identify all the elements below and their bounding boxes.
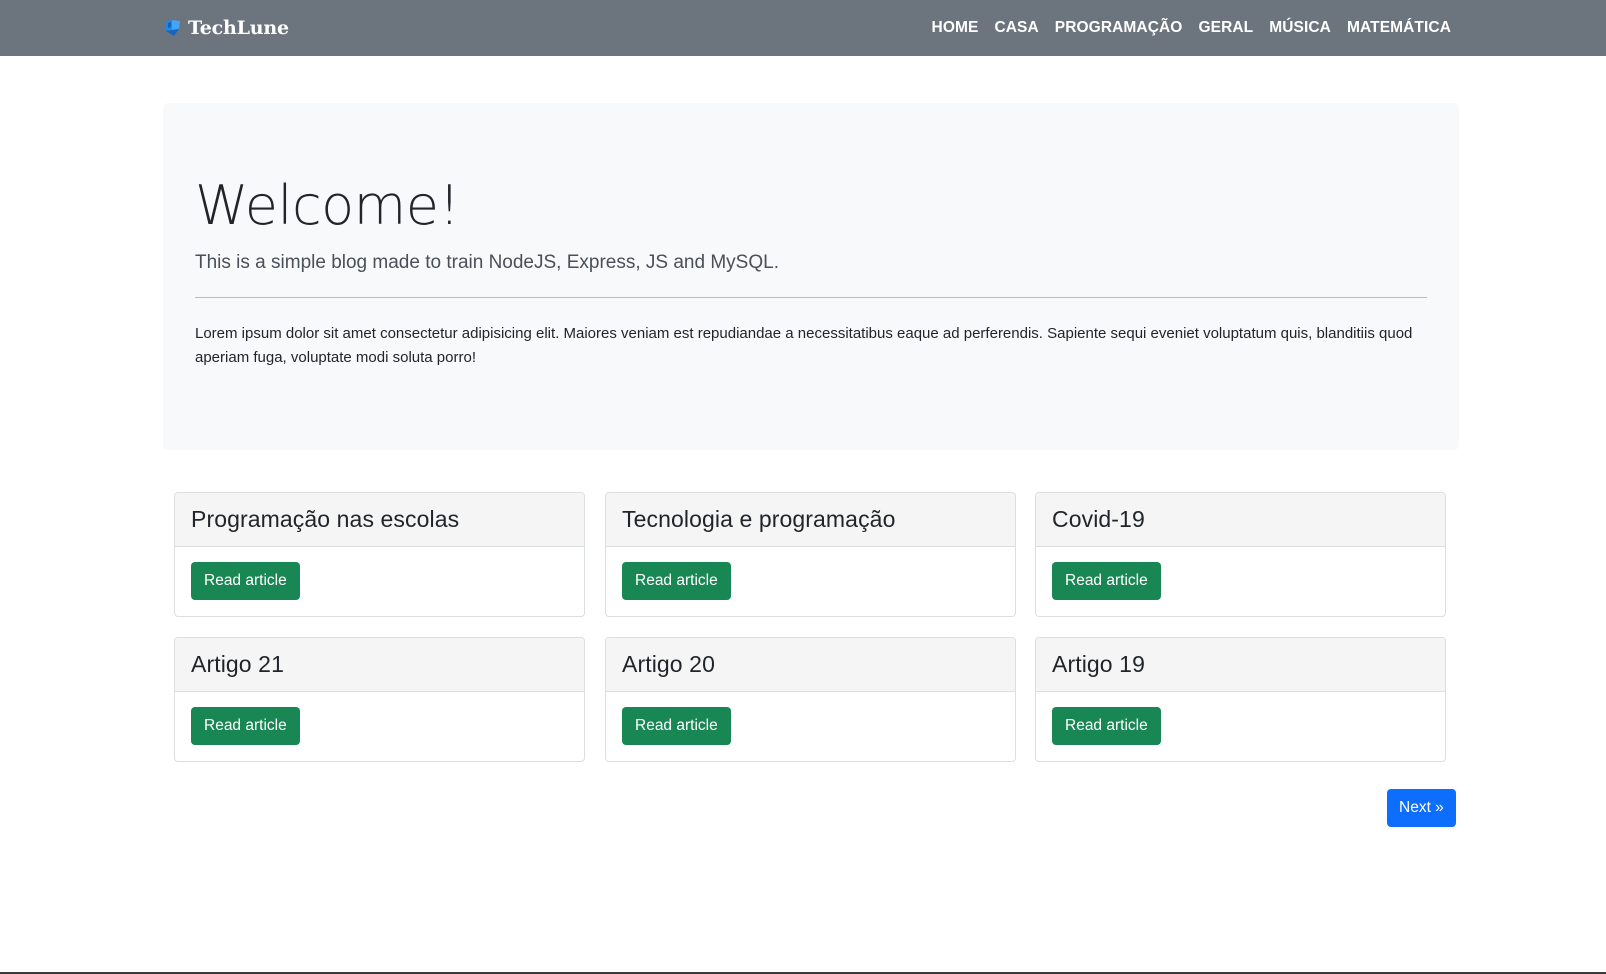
read-article-button[interactable]: Read article [1052,562,1161,600]
nav-link-geral[interactable]: GERAL [1198,19,1253,37]
article-title: Artigo 20 [622,651,715,677]
read-article-button[interactable]: Read article [622,562,731,600]
card-body: Read article [606,692,1015,760]
card-header: Artigo 21 [175,638,584,692]
article-card: Programação nas escolas Read article [174,492,585,617]
divider [195,297,1427,298]
article-card: Artigo 21 Read article [174,637,585,762]
nav-link-programacao[interactable]: PROGRAMAÇÃO [1055,19,1183,37]
read-article-button[interactable]: Read article [1052,707,1161,745]
nav-link-home[interactable]: HOME [932,19,979,37]
article-title: Covid-19 [1052,506,1145,532]
brand-name: TechLune [188,17,289,39]
card-header: Programação nas escolas [175,493,584,547]
article-title: Programação nas escolas [191,506,460,532]
article-card: Artigo 20 Read article [605,637,1016,762]
card-header: Tecnologia e programação [606,493,1015,547]
card-header: Covid-19 [1036,493,1445,547]
nav-link-matematica[interactable]: MATEMÁTICA [1347,19,1451,37]
read-article-button[interactable]: Read article [191,562,300,600]
card-body: Read article [606,547,1015,615]
card-body: Read article [175,692,584,760]
card-body: Read article [175,547,584,615]
welcome-description: Lorem ipsum dolor sit amet consectetur a… [195,325,1413,366]
card-header: Artigo 19 [1036,638,1445,692]
article-card: Tecnologia e programação Read article [605,492,1016,617]
card-body: Read article [1036,692,1445,760]
article-card: Covid-19 Read article [1035,492,1446,617]
welcome-lead: This is a simple blog made to train Node… [195,252,779,273]
welcome-title: Welcome! [195,174,460,237]
nav-link-musica[interactable]: MÚSICA [1269,19,1331,37]
card-body: Read article [1036,547,1445,615]
article-title: Tecnologia e programação [622,506,896,532]
read-article-button[interactable]: Read article [622,707,731,745]
brand-link[interactable]: TechLune [163,14,289,42]
article-card: Artigo 19 Read article [1035,637,1446,762]
article-title: Artigo 21 [191,651,284,677]
brand-logo-icon [163,18,183,38]
top-navbar: TechLune HOME CASA PROGRAMAÇÃO GERAL MÚS… [0,0,1606,56]
article-title: Artigo 19 [1052,651,1145,677]
nav-menu: HOME CASA PROGRAMAÇÃO GERAL MÚSICA MATEM… [932,0,1451,56]
next-page-button[interactable]: Next » [1387,789,1456,827]
read-article-button[interactable]: Read article [191,707,300,745]
welcome-jumbotron: Welcome! This is a simple blog made to t… [163,103,1459,450]
nav-link-casa[interactable]: CASA [994,19,1038,37]
card-header: Artigo 20 [606,638,1015,692]
